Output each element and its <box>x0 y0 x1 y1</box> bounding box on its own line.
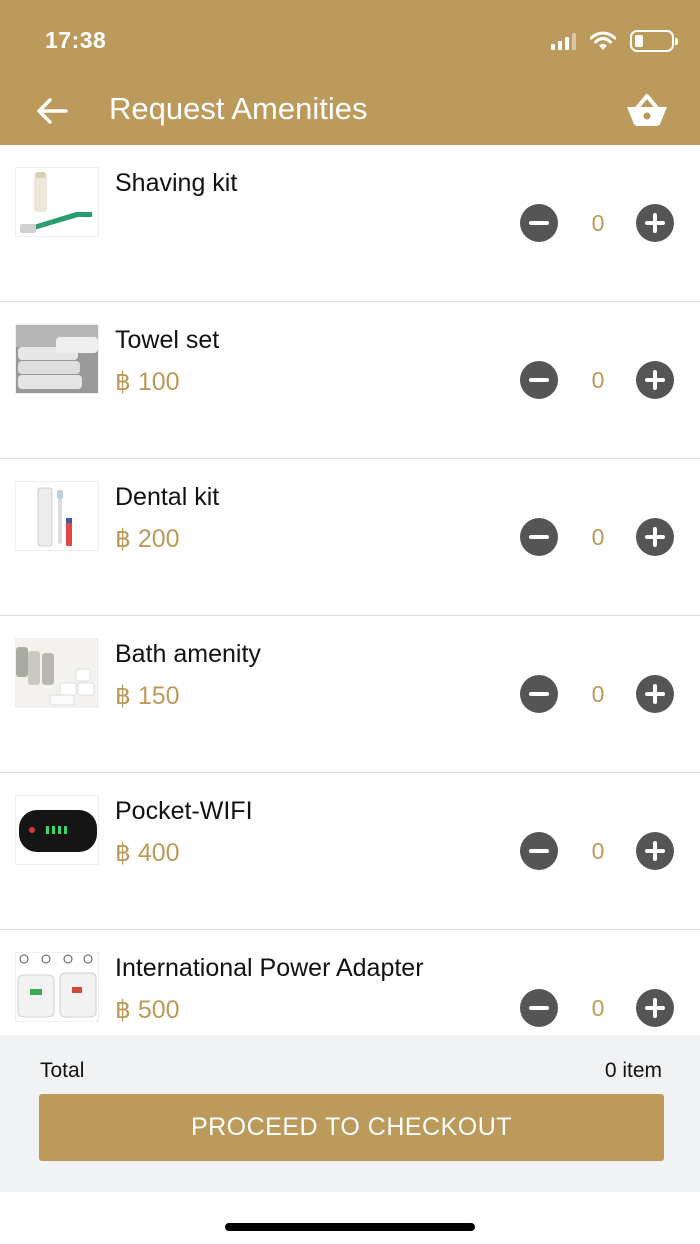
amenity-item-pocket-wifi: Pocket-WIFI ฿ 400 0 <box>0 773 700 930</box>
power-adapter-image <box>15 952 99 1022</box>
item-name: Pocket-WIFI <box>115 797 253 825</box>
status-icons <box>551 30 678 52</box>
battery-icon <box>630 30 678 52</box>
quantity-value: 0 <box>591 210 605 236</box>
quantity-stepper: 0 <box>520 361 675 401</box>
quantity-value: 0 <box>591 995 605 1021</box>
quantity-value: 0 <box>591 681 605 707</box>
decrease-button[interactable] <box>520 675 558 713</box>
signal-icon <box>551 32 576 50</box>
increase-button[interactable] <box>636 518 674 556</box>
item-price: ฿ 400 <box>115 839 180 867</box>
quantity-stepper: 0 <box>520 832 675 872</box>
increase-button[interactable] <box>636 675 674 713</box>
checkout-button[interactable]: PROCEED TO CHECKOUT <box>39 1094 664 1161</box>
item-name: Shaving kit <box>115 169 238 197</box>
status-time: 17:38 <box>45 27 107 53</box>
total-count: 0 item <box>604 1059 662 1082</box>
increase-button[interactable] <box>636 832 674 870</box>
basket-button[interactable] <box>622 88 672 132</box>
quantity-value: 0 <box>591 524 605 550</box>
wifi-icon <box>590 31 616 50</box>
quantity-stepper: 0 <box>520 675 675 715</box>
amenity-item-towel-set: Towel set ฿ 100 0 <box>0 302 700 459</box>
towel-set-image <box>15 324 99 394</box>
decrease-button[interactable] <box>520 361 558 399</box>
pocket-wifi-image <box>15 795 99 865</box>
item-price: ฿ 150 <box>115 682 180 710</box>
cart-footer: Total 0 item PROCEED TO CHECKOUT <box>0 1035 700 1192</box>
increase-button[interactable] <box>636 204 674 242</box>
item-name: International Power Adapter <box>115 954 424 982</box>
app-header: 17:38 Request Amenities <box>0 0 700 145</box>
decrease-button[interactable] <box>520 989 558 1027</box>
decrease-button[interactable] <box>520 204 558 242</box>
amenity-list[interactable]: Shaving kit 0 Towel set ฿ 100 0 Dental k… <box>0 145 700 1035</box>
amenity-item-power-adapter: International Power Adapter ฿ 500 0 <box>0 930 700 1035</box>
amenity-item-bath-amenity: Bath amenity ฿ 150 0 <box>0 616 700 773</box>
item-price: ฿ 200 <box>115 525 180 553</box>
increase-button[interactable] <box>636 361 674 399</box>
bath-amenity-image <box>15 638 99 708</box>
quantity-stepper: 0 <box>520 204 675 244</box>
decrease-button[interactable] <box>520 832 558 870</box>
page-title: Request Amenities <box>109 91 368 126</box>
item-name: Towel set <box>115 326 220 354</box>
quantity-value: 0 <box>591 838 605 864</box>
dental-kit-image <box>15 481 99 551</box>
item-name: Bath amenity <box>115 640 261 668</box>
amenity-item-shaving-kit: Shaving kit 0 <box>0 145 700 302</box>
total-label: Total <box>40 1059 85 1082</box>
item-price: ฿ 100 <box>115 368 180 396</box>
increase-button[interactable] <box>636 989 674 1027</box>
back-button[interactable] <box>30 90 76 132</box>
back-arrow-icon <box>37 98 68 124</box>
amenity-item-dental-kit: Dental kit ฿ 200 0 <box>0 459 700 616</box>
decrease-button[interactable] <box>520 518 558 556</box>
quantity-value: 0 <box>591 367 605 393</box>
shaving-kit-image <box>15 167 99 237</box>
basket-icon <box>627 94 667 126</box>
item-price: ฿ 500 <box>115 996 180 1024</box>
quantity-stepper: 0 <box>520 989 675 1029</box>
home-indicator <box>225 1223 475 1231</box>
quantity-stepper: 0 <box>520 518 675 558</box>
item-name: Dental kit <box>115 483 220 511</box>
